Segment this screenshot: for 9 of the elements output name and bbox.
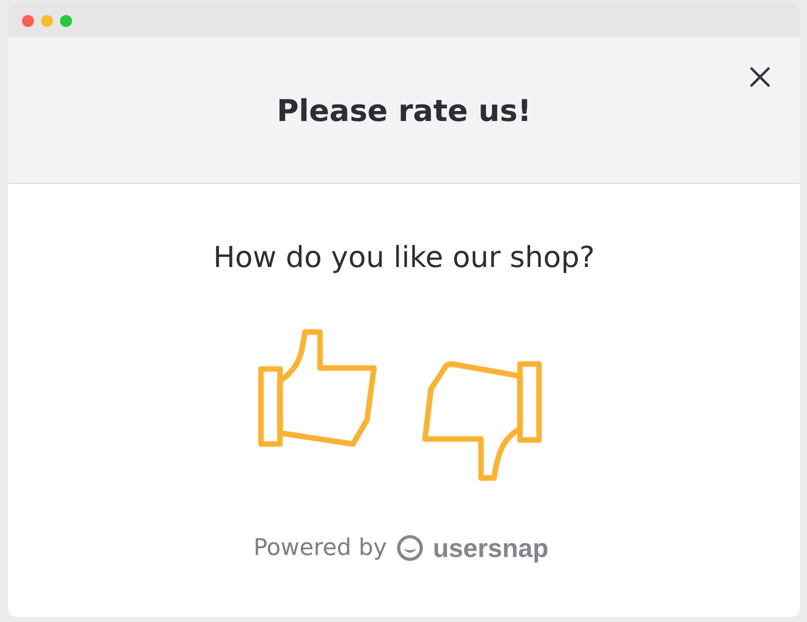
brand-name: usersnap — [432, 533, 548, 563]
dialog-title: Please rate us! — [276, 93, 532, 130]
powered-by-text: Powered by — [254, 534, 387, 563]
window-control-dot-icon[interactable] — [22, 14, 34, 26]
question-text: How do you like our shop? — [213, 240, 595, 274]
window-control-dot-icon[interactable] — [41, 14, 53, 26]
close-icon — [750, 67, 770, 87]
window-control-dot-icon[interactable] — [60, 14, 72, 26]
logo-icon — [396, 535, 423, 561]
